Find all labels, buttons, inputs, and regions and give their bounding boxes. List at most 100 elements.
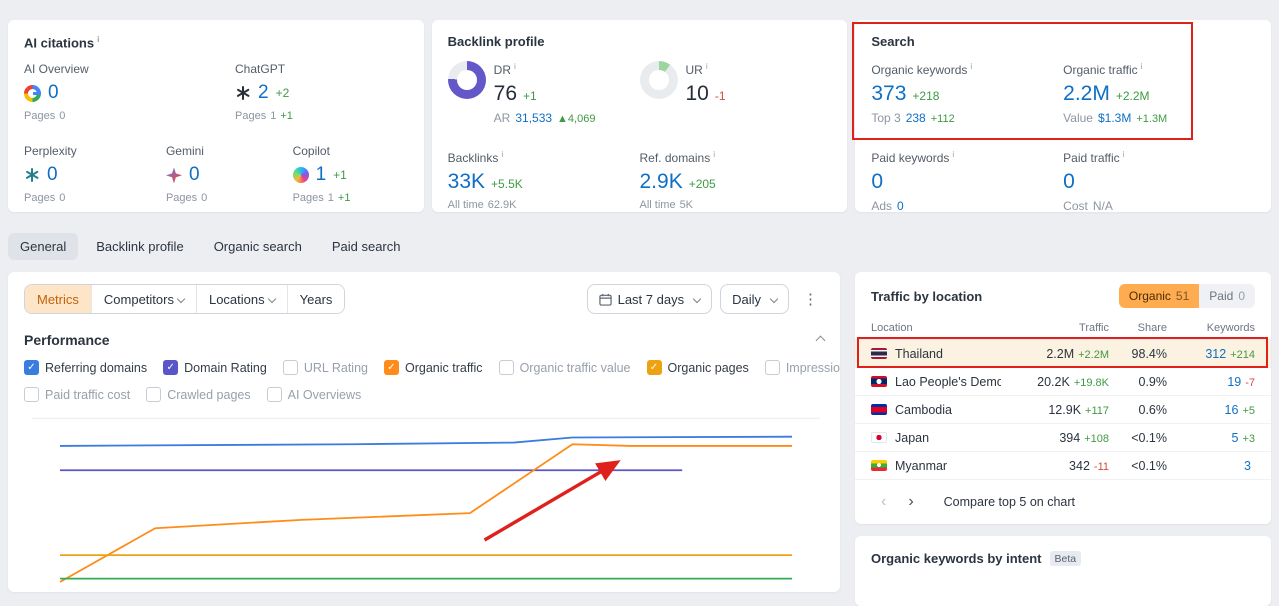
location-table: Location Traffic Share Keywords Thailand…: [855, 316, 1271, 480]
granularity-dropdown[interactable]: Daily: [720, 284, 789, 314]
compare-top5-link[interactable]: Compare top 5 on chart: [944, 495, 1075, 509]
tab-paid-search[interactable]: Paid search: [320, 233, 413, 260]
ar-value-link[interactable]: 31,533: [515, 111, 552, 125]
perplexity-icon: [24, 167, 40, 183]
tab-organic-search[interactable]: Organic search: [202, 233, 314, 260]
ai-citation-item-chatgpt: ChatGPT 2 +2 Pages 1 +1: [235, 62, 408, 122]
ads-value-link[interactable]: 0: [897, 199, 904, 213]
domain-rating-block: DR i 76 +1 AR 31,533 ▲4,069: [447, 61, 640, 125]
metric-checkbox-paid-traffic-cost[interactable]: Paid traffic cost: [24, 387, 130, 402]
date-range-dropdown[interactable]: Last 7 days: [586, 284, 713, 314]
backlink-profile-card: Backlink profile DR i 76 +1 AR 31,533 ▲4,069…: [431, 20, 848, 212]
location-row-thailand[interactable]: Thailand 2.2M +2.2M 98.4% 312 +214: [855, 340, 1271, 368]
metric-checkbox-referring-domains[interactable]: ✓ Referring domains: [24, 360, 147, 375]
traffic-value-link[interactable]: $1.3M: [1098, 111, 1131, 125]
keywords-link[interactable]: 16: [1225, 403, 1239, 417]
google-icon: [24, 84, 41, 102]
info-icon: i: [952, 149, 955, 160]
chevron-down-icon: [267, 294, 276, 304]
years-button[interactable]: Years: [287, 285, 345, 313]
backlinks-block: Backlinks i 33K +5.5K All time 62.9K: [447, 149, 523, 212]
chevron-down-icon: [692, 294, 702, 304]
ref-domains-block: Ref. domains i 2.9K +205 All time 5K: [639, 149, 716, 212]
checkbox-icon: [764, 360, 780, 375]
chevron-down-icon: [769, 294, 779, 304]
laos-flag-icon: [871, 376, 887, 387]
organic-keywords-value[interactable]: 373: [871, 82, 906, 105]
performance-heading: Performance: [24, 332, 110, 348]
ur-value: 10: [685, 82, 709, 105]
url-rating-block: UR i 10 -1: [639, 61, 832, 125]
checkbox-icon: [146, 387, 162, 402]
competitors-dropdown[interactable]: Competitors: [91, 285, 197, 313]
prev-page-button[interactable]: ‹: [873, 492, 894, 512]
metric-checkbox-ai-overviews[interactable]: AI Overviews: [266, 387, 361, 402]
dr-value: 76: [493, 82, 518, 105]
backlinks-value[interactable]: 33K: [448, 170, 485, 193]
ai-item-value[interactable]: 0: [189, 164, 200, 186]
search-title: Search: [871, 34, 915, 49]
overview-tabs: General Backlink profile Organic search …: [8, 233, 413, 260]
info-icon: i: [1122, 149, 1125, 160]
info-icon: i: [970, 61, 973, 71]
japan-flag-icon: [871, 432, 887, 443]
metric-checkbox-domain-rating[interactable]: ✓ Domain Rating: [163, 360, 267, 375]
organic-toggle[interactable]: Organic 51: [1118, 284, 1200, 308]
locations-dropdown[interactable]: Locations: [196, 285, 288, 313]
tab-backlink-profile[interactable]: Backlink profile: [84, 233, 195, 260]
info-icon: i: [705, 61, 708, 71]
chart-controls-segmented: Metrics Competitors Locations Years: [24, 284, 346, 314]
organic-traffic-value[interactable]: 2.2M: [1063, 82, 1110, 105]
ai-item-value[interactable]: 0: [47, 164, 58, 186]
tab-general[interactable]: General: [8, 233, 79, 260]
metric-checkbox-url-rating[interactable]: URL Rating: [282, 360, 368, 375]
paid-traffic-block: Paid traffic i 0 Cost N/A: [1063, 149, 1125, 214]
organic-paid-toggle: Organic 51 Paid 0: [1118, 284, 1255, 308]
paid-toggle[interactable]: Paid 0: [1199, 284, 1255, 308]
ai-citation-item-gemini: Gemini 0 Pages 0: [165, 144, 293, 204]
metric-checkbox-crawled-pages[interactable]: Crawled pages: [146, 387, 251, 402]
chatgpt-icon: [235, 85, 251, 101]
paid-keywords-value[interactable]: 0: [871, 170, 883, 193]
location-row-cambodia[interactable]: Cambodia 12.9K +117 0.6% 16 +5: [855, 396, 1271, 424]
info-icon: i: [97, 34, 100, 44]
checkbox-icon: ✓: [24, 360, 39, 375]
location-row-myanmar[interactable]: Myanmar 342 -11 <0.1% 3: [855, 452, 1271, 480]
keywords-link[interactable]: 19: [1227, 375, 1241, 389]
ai-item-value[interactable]: 2: [258, 82, 269, 104]
myanmar-flag-icon: [871, 460, 887, 471]
collapse-chevron-icon[interactable]: [815, 335, 826, 345]
metric-checkbox-impressions[interactable]: Impressions: [764, 360, 840, 375]
keywords-link[interactable]: 5: [1232, 431, 1239, 445]
info-icon: i: [514, 61, 516, 71]
top3-value-link[interactable]: 238: [906, 111, 926, 125]
metric-checkbox-organic-traffic-value[interactable]: Organic traffic value: [498, 360, 631, 375]
keywords-link[interactable]: 312: [1205, 347, 1226, 361]
next-page-button[interactable]: ›: [900, 492, 921, 512]
info-icon: i: [713, 149, 716, 160]
more-options-button[interactable]: ⋮: [797, 288, 824, 310]
checkbox-icon: ✓: [383, 360, 399, 375]
checkbox-icon: [266, 387, 282, 402]
paid-keywords-block: Paid keywords i 0 Ads 0: [871, 149, 955, 214]
ai-item-value[interactable]: 1: [316, 164, 327, 186]
checkbox-icon: [498, 360, 514, 375]
overview-cards-row: AI citations i AI Overview 0 Pages 0 ChatG…: [8, 20, 1272, 214]
metric-checkbox-organic-pages[interactable]: ✓ Organic pages: [646, 360, 749, 375]
ref-domains-value[interactable]: 2.9K: [640, 170, 683, 193]
checkbox-icon: [24, 387, 39, 402]
traffic-by-location-title: Traffic by location: [871, 288, 983, 304]
keywords-link[interactable]: 3: [1244, 459, 1251, 473]
location-row-laos[interactable]: Lao People's Democratic Reput 20.2K+19.8…: [855, 368, 1271, 396]
checkbox-icon: ✓: [646, 360, 662, 375]
paid-traffic-value[interactable]: 0: [1063, 170, 1075, 193]
metric-checkbox-organic-traffic[interactable]: ✓ Organic traffic: [383, 360, 483, 375]
ai-citation-item-perplexity: Perplexity 0 Pages 0: [24, 144, 166, 204]
ai-item-value[interactable]: 0: [48, 82, 59, 104]
backlink-profile-title: Backlink profile: [447, 34, 545, 49]
location-row-japan[interactable]: Japan 394 +108 <0.1% 5 +3: [855, 424, 1271, 452]
ai-item-name: AI Overview: [24, 62, 89, 77]
cambodia-flag-icon: [871, 404, 887, 415]
performance-chart[interactable]: [24, 410, 824, 592]
metrics-button[interactable]: Metrics: [25, 285, 92, 313]
